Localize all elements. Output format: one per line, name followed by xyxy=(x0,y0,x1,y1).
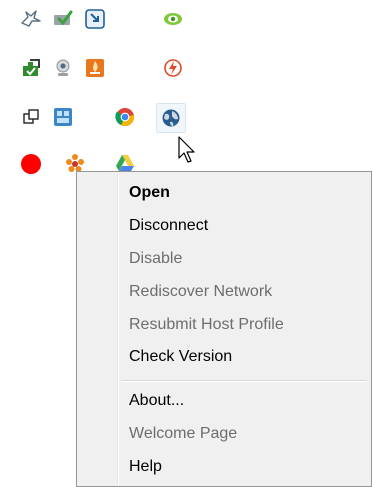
menu-item-disable[interactable]: Disable xyxy=(79,243,369,275)
bird-outline-icon[interactable] xyxy=(18,6,44,32)
menu-item-resubmit-host-profile[interactable]: Resubmit Host Profile xyxy=(79,309,369,341)
menu-item-disconnect[interactable]: Disconnect xyxy=(79,210,369,242)
arrow-cursor-icon xyxy=(178,136,200,166)
context-menu: Open Disconnect Disable Rediscover Netwo… xyxy=(76,171,372,487)
chrome-icon[interactable] xyxy=(112,104,138,130)
menu-item-about[interactable]: About... xyxy=(79,385,369,417)
monitor-check-icon[interactable] xyxy=(50,6,76,32)
notification-area-overflow xyxy=(0,0,372,200)
power-bolt-icon[interactable] xyxy=(160,55,186,81)
blue-shortcut-icon[interactable] xyxy=(82,6,108,32)
green-puzzle-icon[interactable] xyxy=(18,55,44,81)
window-switch-icon[interactable] xyxy=(18,104,44,130)
menu-item-rediscover-network[interactable]: Rediscover Network xyxy=(79,276,369,308)
menu-item-welcome-page[interactable]: Welcome Page xyxy=(79,418,369,450)
webcam-icon[interactable] xyxy=(50,55,76,81)
orange-flame-app-icon[interactable] xyxy=(82,55,108,81)
menu-item-check-version[interactable]: Check Version xyxy=(79,341,369,373)
menu-item-help[interactable]: Help xyxy=(79,451,369,483)
menu-separator xyxy=(121,380,367,382)
menu-item-open[interactable]: Open xyxy=(79,177,369,209)
nvidia-eye-icon[interactable] xyxy=(160,6,186,32)
blue-grid-app-icon[interactable] xyxy=(50,104,76,130)
red-record-icon[interactable] xyxy=(18,151,44,177)
network-globe-icon[interactable] xyxy=(156,103,186,133)
